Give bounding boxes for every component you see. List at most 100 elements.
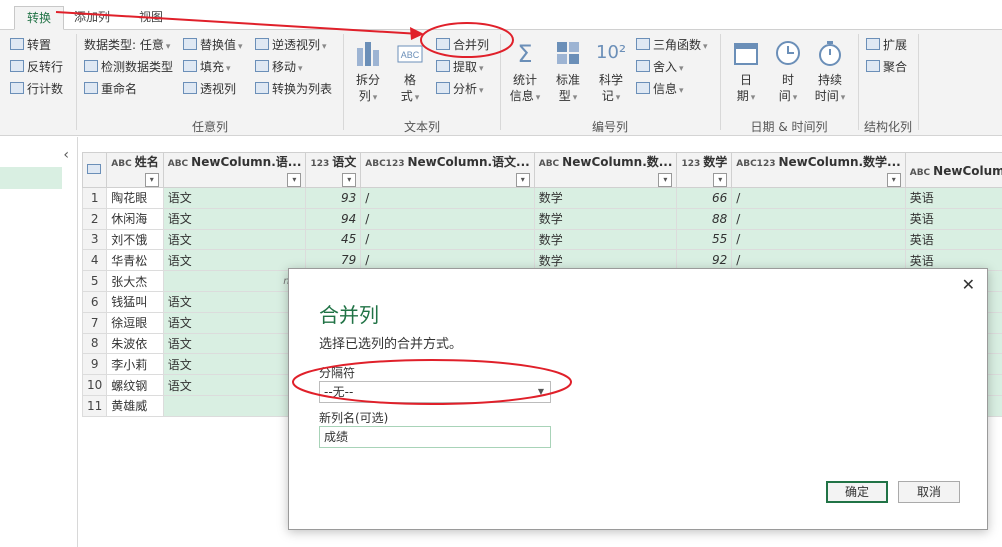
time-button[interactable]: 时间 ▾ (770, 38, 806, 106)
filter-dropdown-icon[interactable]: ▾ (342, 173, 357, 187)
table-cell[interactable]: / (360, 207, 535, 230)
detect-type-button[interactable]: 检测数据类型 (84, 59, 173, 75)
table-cell[interactable]: 94 (305, 207, 362, 230)
information-button[interactable]: 信息 ▾ (636, 81, 684, 99)
column-header[interactable]: ABCNewColumn.英... (904, 152, 1002, 188)
table-cell[interactable]: / (731, 187, 906, 209)
table-cell[interactable]: 语文 (162, 187, 307, 209)
table-cell[interactable]: / (360, 187, 535, 209)
duration-label-2: 时间 (814, 89, 839, 103)
name-cell[interactable]: 休闲海 (106, 207, 164, 230)
table-cell[interactable]: 语文 (162, 290, 307, 313)
tab-add-column[interactable]: 添加列 (62, 6, 122, 30)
date-button[interactable]: 日期 ▾ (728, 38, 764, 106)
table-cell[interactable]: 88 (676, 207, 733, 230)
table-cell[interactable]: / (731, 207, 906, 230)
rename-button[interactable]: 重命名 (84, 81, 137, 97)
filter-dropdown-icon[interactable]: ▾ (658, 173, 673, 187)
replace-values-button[interactable]: 替换值 ▾ (183, 37, 243, 55)
filter-dropdown-icon[interactable]: ▾ (713, 173, 728, 187)
table-cell[interactable]: 语文 (162, 228, 307, 251)
table-cell[interactable]: 55 (676, 228, 733, 251)
table-cell[interactable]: 93 (305, 187, 362, 209)
column-header[interactable]: 123 语文 ▾ (305, 152, 362, 188)
table-cell[interactable]: 英语 (904, 187, 1002, 209)
table-menu-cell[interactable] (81, 152, 108, 188)
table-cell[interactable]: 语文 (162, 207, 307, 230)
table-cell[interactable]: / (731, 228, 906, 251)
table-cell[interactable]: 66 (676, 187, 733, 209)
split-column-button[interactable]: 拆分列 ▾ (350, 38, 386, 106)
filter-dropdown-icon[interactable]: ▾ (515, 173, 530, 187)
merge-columns-button[interactable]: 合并列 (436, 37, 489, 53)
selected-query-item[interactable] (0, 167, 62, 189)
table-cell[interactable]: 语文 (162, 332, 307, 355)
column-header[interactable]: ABC123 NewColumn.数学... ▾ (731, 152, 906, 188)
table-cell[interactable]: 数学 (533, 228, 678, 251)
new-column-name-input[interactable]: 成绩 (319, 426, 551, 448)
chevron-left-icon[interactable]: ‹ (63, 147, 69, 163)
table-cell[interactable]: 语文 (162, 374, 307, 396)
convert-to-list-button[interactable]: 转换为列表 (255, 81, 332, 97)
reverse-rows-button[interactable]: 反转行 (10, 59, 63, 75)
aggregate-button[interactable]: 聚合 (866, 59, 907, 75)
table-cell[interactable]: null (162, 270, 307, 292)
table-cell[interactable] (162, 394, 307, 417)
table-cell[interactable]: 数学 (533, 187, 678, 209)
name-cell[interactable]: 钱猛叫 (106, 290, 164, 313)
filter-dropdown-icon[interactable]: ▾ (287, 173, 302, 187)
scientific-button[interactable]: 10² 科学记 ▾ (592, 38, 630, 106)
transpose-button[interactable]: 转置 (10, 37, 51, 53)
cancel-button[interactable]: 取消 (898, 481, 960, 503)
tab-view[interactable]: 视图 (127, 6, 175, 30)
name-cell[interactable]: 陶花眼 (106, 187, 164, 209)
name-cell[interactable]: 张大杰 (106, 270, 164, 292)
data-type-dropdown[interactable]: 数据类型: 任意 ▾ (84, 37, 170, 55)
name-cell[interactable]: 朱波依 (106, 332, 164, 355)
format-button[interactable]: ABC 格式 ▾ (392, 38, 428, 106)
column-header[interactable]: ABC123 NewColumn.语文... ▾ (360, 152, 535, 188)
table-cell[interactable]: 数学 (533, 207, 678, 230)
name-cell[interactable]: 刘不饿 (106, 228, 164, 251)
chevron-down-icon: ▾ (679, 86, 684, 96)
name-cell[interactable]: 徐逗眼 (106, 311, 164, 334)
ok-button[interactable]: 确定 (826, 481, 888, 503)
table-cell[interactable]: / (360, 228, 535, 251)
name-cell[interactable]: 李小莉 (106, 353, 164, 376)
table-cell[interactable]: 英语 (904, 228, 1002, 251)
duration-button[interactable]: 持续 时间 ▾ (810, 38, 850, 106)
extract-button[interactable]: 提取 ▾ (436, 59, 484, 77)
column-header[interactable]: 123 数学 ▾ (676, 152, 733, 188)
expand-button[interactable]: 扩展 (866, 37, 907, 53)
parse-button[interactable]: 分析 ▾ (436, 81, 484, 99)
standard-button[interactable]: 标准型 ▾ (549, 38, 587, 106)
filter-dropdown-icon[interactable]: ▾ (886, 173, 901, 187)
fill-button[interactable]: 填充 ▾ (183, 59, 231, 77)
tab-transform[interactable]: 转换 (14, 6, 65, 30)
close-icon[interactable]: ✕ (962, 275, 975, 294)
filter-dropdown-icon[interactable]: ▾ (144, 173, 159, 187)
pivot-column-button[interactable]: 透视列 (183, 81, 236, 97)
ribbon-separator (76, 34, 77, 130)
move-button[interactable]: 移动 ▾ (255, 59, 303, 77)
count-rows-button[interactable]: 行计数 (10, 81, 63, 97)
rounding-button[interactable]: 舍入 ▾ (636, 59, 684, 77)
column-header[interactable]: ABC NewColumn.数... ▾ (533, 152, 678, 188)
name-cell[interactable]: 华青松 (106, 249, 164, 272)
unpivot-button[interactable]: 逆透视列 ▾ (255, 37, 327, 55)
trigonometry-button[interactable]: 三角函数 ▾ (636, 37, 708, 55)
name-cell[interactable]: 螺纹钢 (106, 374, 164, 396)
table-cell[interactable]: 英语 (904, 207, 1002, 230)
table-cell[interactable]: 语文 (162, 249, 307, 272)
separator-dropdown[interactable]: --无-- ▼ (319, 381, 551, 403)
clock-icon (776, 41, 800, 65)
column-header[interactable]: ABC NewColumn.语... ▾ (162, 152, 307, 188)
row-number-cell: 2 (81, 207, 108, 230)
table-cell[interactable]: 语文 (162, 311, 307, 334)
table-cell[interactable]: 45 (305, 228, 362, 251)
row-number-cell: 11 (81, 394, 108, 417)
table-cell[interactable]: 语文 (162, 353, 307, 376)
name-cell[interactable]: 黄雄威 (106, 394, 164, 417)
column-header[interactable]: ABC 姓名 ▾ (106, 152, 164, 188)
statistics-button[interactable]: Σ 统计 信息 ▾ (506, 38, 544, 106)
